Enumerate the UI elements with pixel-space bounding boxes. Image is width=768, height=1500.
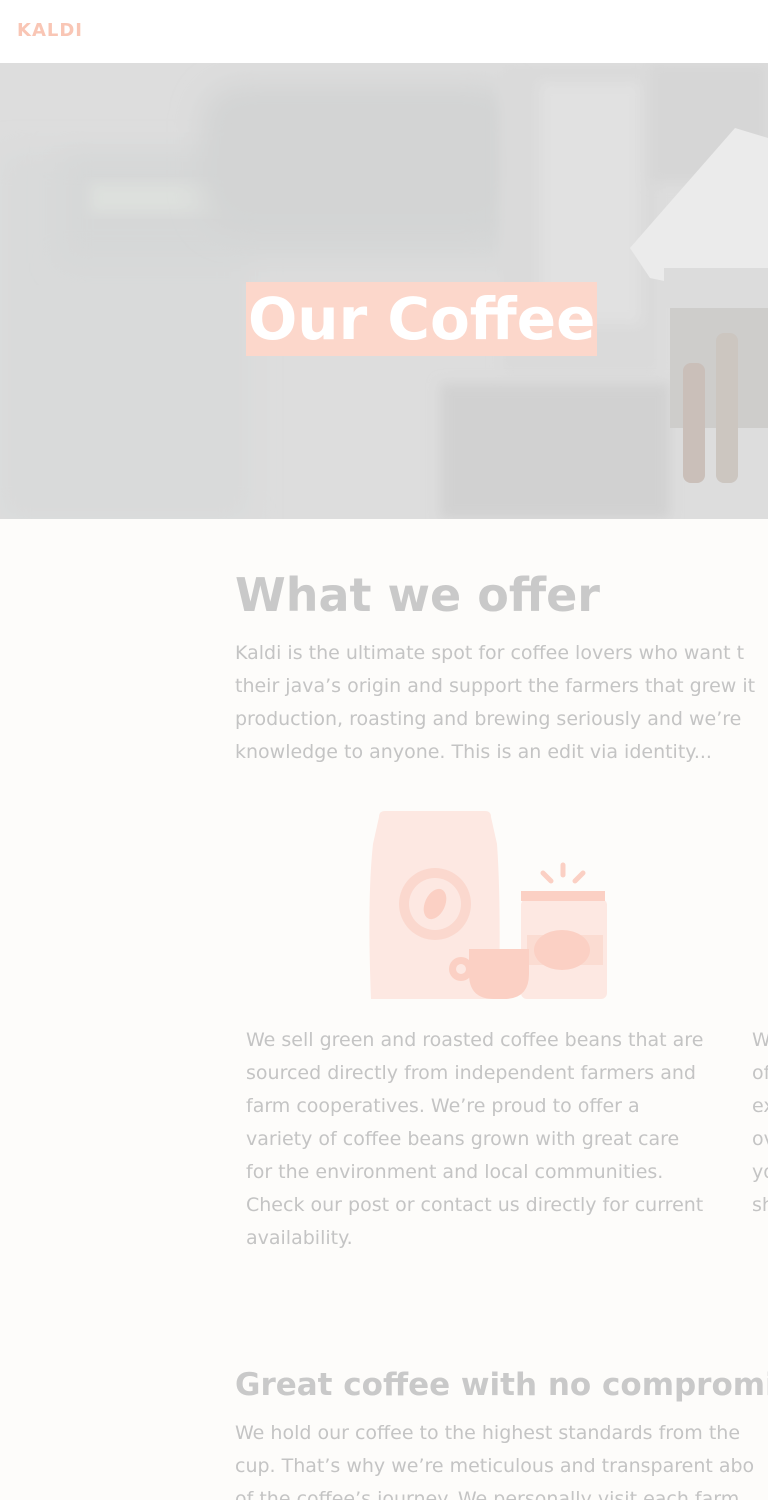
hero-title: Our Coffee [246, 281, 598, 356]
feature-line: We sell green and roasted coffee beans t… [246, 1029, 704, 1051]
feature-line: yo [752, 1161, 768, 1183]
logo-link[interactable]: KALDI [17, 20, 83, 41]
no-compromises-line: of the coffee’s journey. We personally v… [235, 1488, 740, 1500]
feature-line: W [752, 1029, 768, 1051]
feature-beans-text: We sell green and roasted coffee beans t… [246, 1024, 703, 1255]
coffee-bag-cup-jar-icon [369, 811, 607, 999]
no-compromises-paragraph: We hold our coffee to the highest standa… [235, 1417, 754, 1500]
feature-line: farm cooperatives. We’re proud to offer … [246, 1095, 640, 1117]
offer-paragraph: Kaldi is the ultimate spot for coffee lo… [235, 637, 768, 769]
feature-line: variety of coffee beans grown with great… [246, 1128, 680, 1150]
main-content: What we offer Kaldi is the ultimate spot… [0, 519, 768, 1500]
hero-section: Our Coffee [0, 63, 768, 519]
navbar: KALDI [0, 0, 768, 63]
feature-line: sh [752, 1194, 768, 1216]
offer-line: Kaldi is the ultimate spot for coffee lo… [235, 642, 745, 664]
offer-line: knowledge to anyone. This is an edit via… [235, 741, 712, 763]
no-compromises-line: We hold our coffee to the highest standa… [235, 1422, 741, 1444]
feature-line: ex [752, 1095, 768, 1117]
offer-line: their java’s origin and support the farm… [235, 675, 756, 697]
feature-line: sourced directly from independent farmer… [246, 1062, 696, 1084]
feature-line: availability. [246, 1227, 353, 1249]
feature-line: for the environment and local communitie… [246, 1161, 664, 1183]
feature-line: of [752, 1062, 768, 1084]
feature-line: Check our post or contact us directly fo… [246, 1194, 704, 1216]
offer-line: production, roasting and brewing serious… [235, 708, 742, 730]
feature-second-text: W of ex ov yo sh [752, 1024, 768, 1222]
no-compromises-heading: Great coffee with no compromises [235, 1367, 768, 1403]
feature-line: ov [752, 1128, 768, 1150]
offer-heading: What we offer [235, 568, 600, 622]
no-compromises-line: cup. That’s why we’re meticulous and tra… [235, 1455, 755, 1477]
